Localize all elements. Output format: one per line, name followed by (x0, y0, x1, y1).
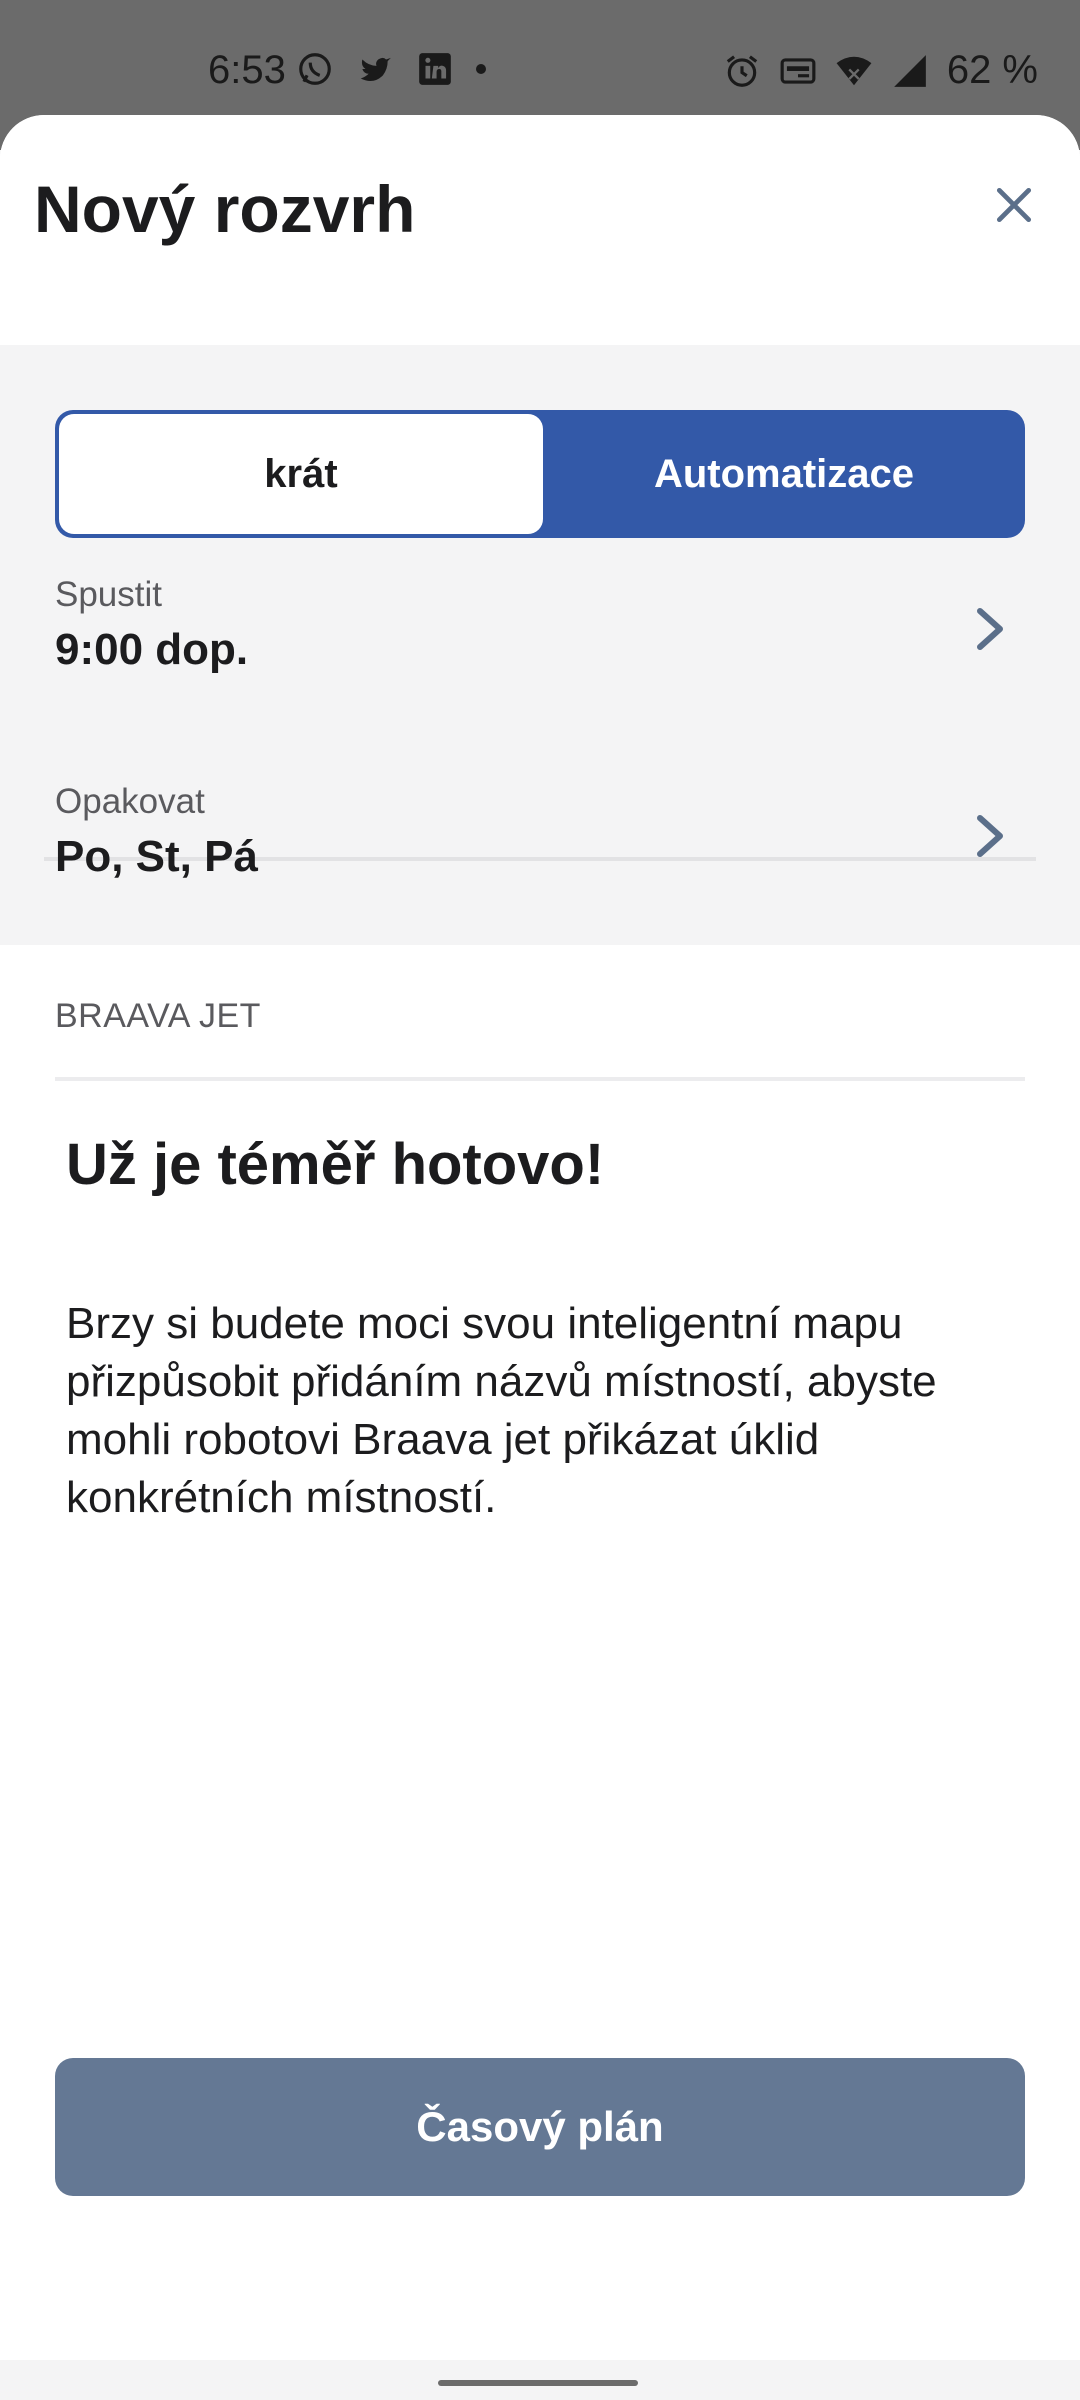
twitter-icon (356, 50, 394, 88)
close-button[interactable] (984, 175, 1044, 235)
sheet-header: Nový rozvrh (0, 115, 1080, 345)
whatsapp-icon (296, 50, 334, 88)
robot-section-label: BRAAVA JET (55, 997, 261, 1035)
battery-percent: 62 % (946, 48, 1038, 92)
info-heading: Už je téměř hotovo! (66, 1132, 605, 1197)
page-title: Nový rozvrh (34, 172, 416, 246)
chevron-right-icon (970, 605, 1010, 653)
repeat-label: Opakovat (55, 782, 205, 821)
linkedin-icon (416, 50, 454, 88)
new-schedule-sheet: Nový rozvrh krát Automatizace Spustit 9:… (0, 115, 1080, 2360)
wifi-icon (835, 52, 873, 90)
schedule-type-toggle: krát Automatizace (55, 410, 1025, 538)
notification-dot-icon (476, 64, 486, 74)
close-icon (996, 187, 1032, 223)
chevron-right-icon (970, 812, 1010, 860)
schedule-button[interactable]: Časový plán (55, 2058, 1025, 2196)
segment-krat[interactable]: krát (59, 414, 543, 534)
alarm-icon (723, 52, 761, 90)
start-time-label: Spustit (55, 575, 162, 614)
repeat-row[interactable]: Opakovat Po, St, Pá (0, 782, 1080, 972)
segment-automatizace[interactable]: Automatizace (547, 414, 1021, 534)
status-left-icons (296, 50, 486, 88)
repeat-value: Po, St, Pá (55, 832, 258, 881)
status-time: 6:53 (208, 48, 286, 92)
auto-hz-icon (779, 52, 817, 90)
section-divider (55, 1077, 1025, 1081)
cell-signal-icon (891, 52, 929, 90)
start-time-value: 9:00 dop. (55, 625, 249, 674)
home-gesture-handle[interactable] (438, 2380, 638, 2386)
status-right-icons: 62 % (723, 48, 1038, 93)
start-time-row[interactable]: Spustit 9:00 dop. (0, 575, 1080, 765)
info-body: Brzy si budete moci svou inteligentní ma… (66, 1299, 937, 1522)
schedule-settings: krát Automatizace Spustit 9:00 dop. Opak… (0, 345, 1080, 945)
